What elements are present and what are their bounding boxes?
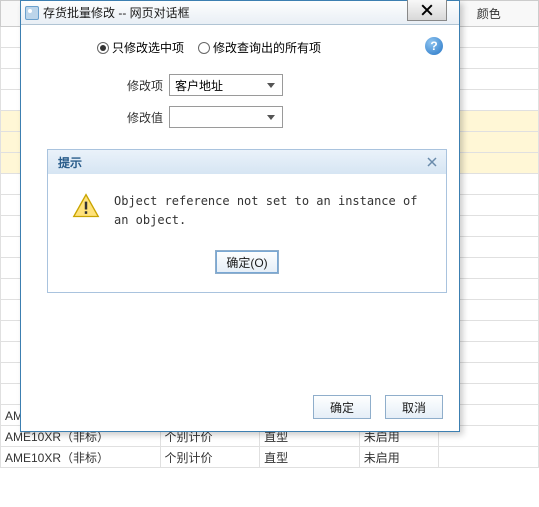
close-icon <box>427 157 437 167</box>
batch-edit-dialog: 存货批量修改 -- 网页对话框 ? 只修改选中项 修改查询出的所有项 修改项 客… <box>20 0 460 432</box>
radio-selected-only[interactable]: 只修改选中项 <box>97 39 184 56</box>
cell: AME10XR（非标） <box>1 447 161 468</box>
cell: 个别计价 <box>160 447 260 468</box>
messagebox-ok-button[interactable]: 确定(O) <box>215 250 278 274</box>
table-row[interactable]: AME10XR（非标）个别计价直型未启用 <box>1 447 539 468</box>
radio-dot-icon <box>97 42 109 54</box>
dialog-title: 存货批量修改 -- 网页对话框 <box>43 4 455 21</box>
dialog-close-button[interactable] <box>407 0 447 21</box>
radio-dot-icon <box>198 42 210 54</box>
radio-all-queried[interactable]: 修改查询出的所有项 <box>198 39 321 56</box>
cell: 直型 <box>260 447 360 468</box>
warning-icon <box>72 192 100 220</box>
radio-all-queried-label: 修改查询出的所有项 <box>213 39 321 56</box>
field-label: 修改项 <box>39 77 169 94</box>
value-label: 修改值 <box>39 109 169 126</box>
cell <box>439 447 539 468</box>
chevron-down-icon <box>263 109 279 125</box>
close-icon <box>421 4 433 16</box>
ok-button[interactable]: 确定 <box>313 395 371 419</box>
cell: 未启用 <box>359 447 439 468</box>
dialog-titlebar: 存货批量修改 -- 网页对话框 <box>21 1 459 25</box>
messagebox-titlebar: 提示 <box>48 150 446 174</box>
messagebox-text: Object reference not set to an instance … <box>114 192 422 230</box>
app-icon <box>25 6 39 20</box>
cancel-button[interactable]: 取消 <box>385 395 443 419</box>
error-messagebox: 提示 Object reference not set to an instan… <box>47 149 447 293</box>
chevron-down-icon <box>263 77 279 93</box>
field-dropdown-value: 客户地址 <box>175 77 223 94</box>
value-dropdown[interactable] <box>169 106 283 128</box>
help-icon[interactable]: ? <box>425 37 443 55</box>
messagebox-title: 提示 <box>58 154 82 171</box>
messagebox-close-button[interactable] <box>424 154 440 170</box>
field-dropdown[interactable]: 客户地址 <box>169 74 283 96</box>
radio-selected-only-label: 只修改选中项 <box>112 39 184 56</box>
